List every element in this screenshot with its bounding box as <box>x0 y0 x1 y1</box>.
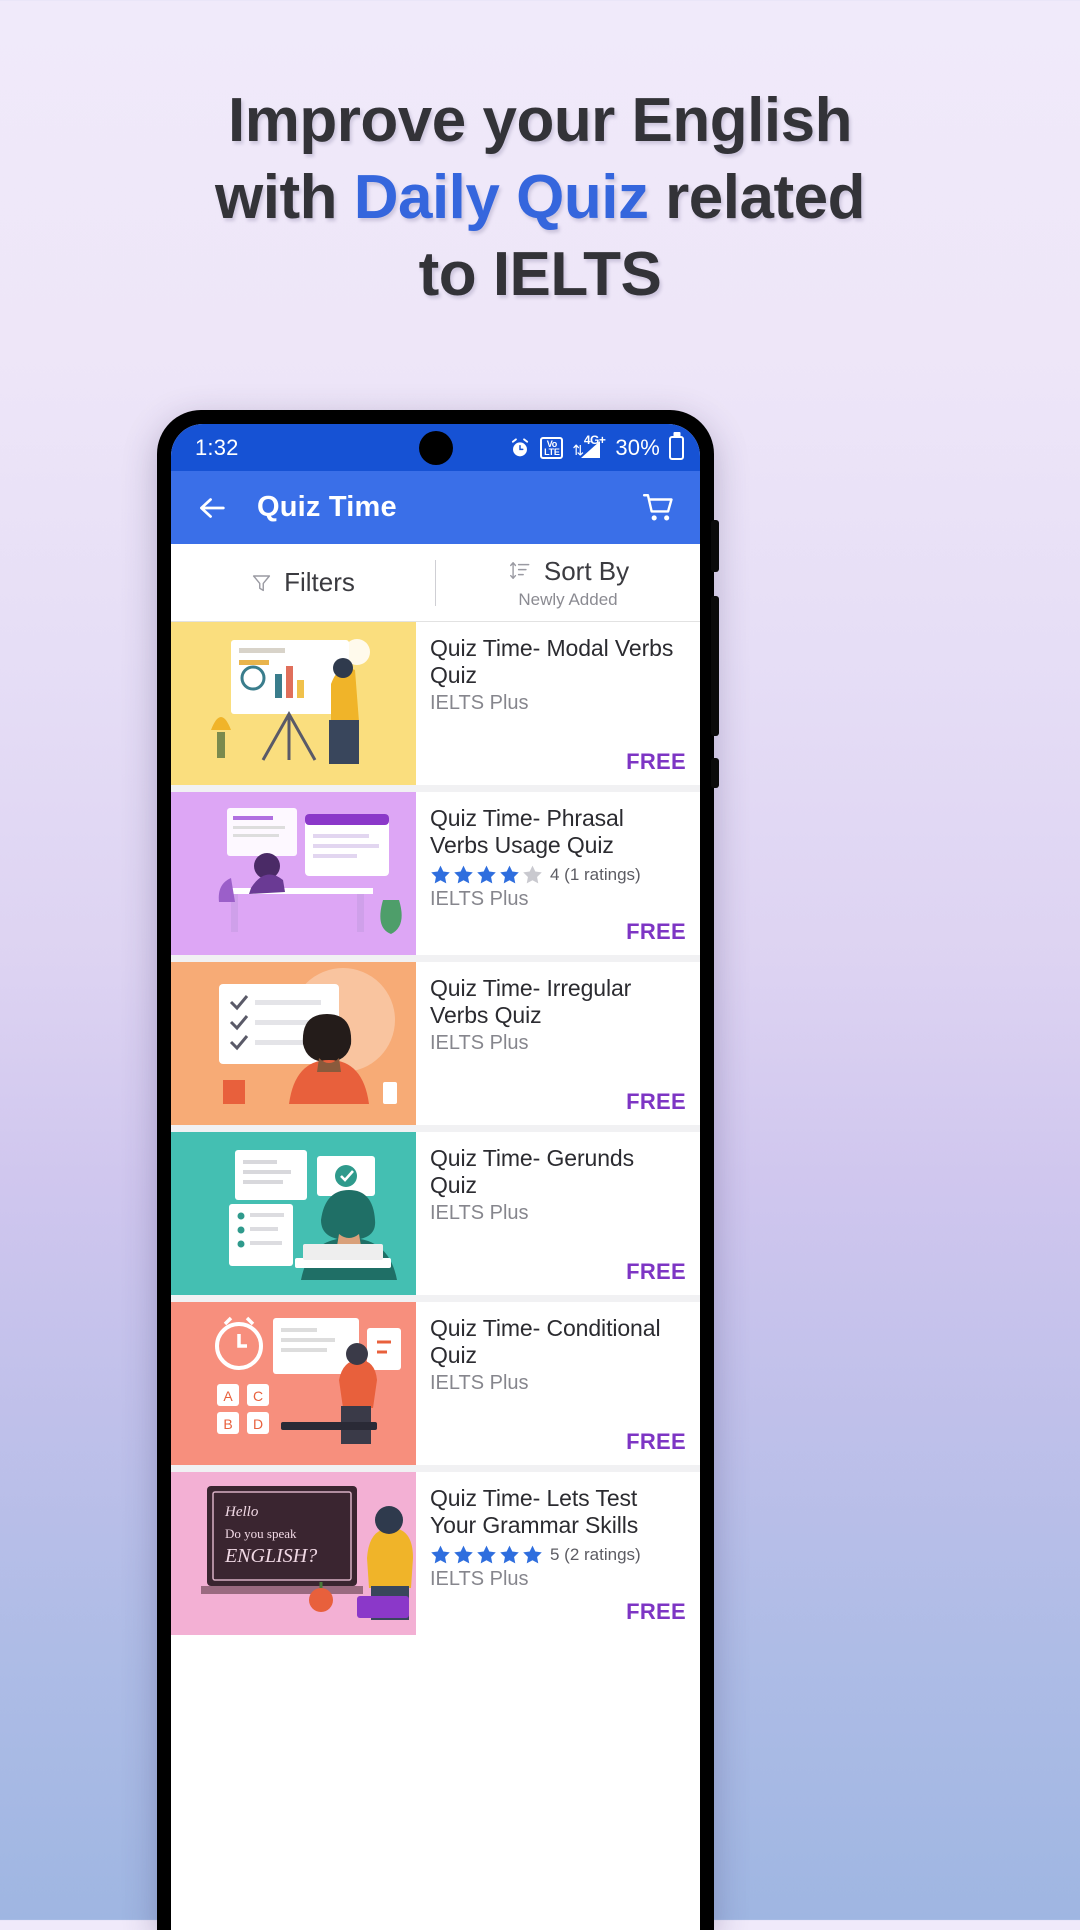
quiz-publisher: IELTS Plus <box>430 692 529 714</box>
quiz-thumbnail[interactable]: A B C D <box>171 1302 416 1465</box>
quiz-title: Quiz Time- Gerunds Quiz <box>430 1145 634 1198</box>
volte-bottom-text: LTE <box>544 446 560 457</box>
star-filled-icon <box>477 865 496 884</box>
status-icons: Vo LTE ⇅ 4G+ 30% <box>509 433 684 461</box>
filters-button-content: Filters <box>251 567 355 598</box>
promo-line2-prefix: with <box>215 163 354 232</box>
filters-button[interactable]: Filters <box>171 567 435 598</box>
signal-bars-icon <box>581 440 601 458</box>
star-rating <box>430 864 543 885</box>
quiz-card-body: Quiz Time- Gerunds Quiz IELTS Plus FREE <box>416 1132 700 1295</box>
status-time: 1:32 <box>195 434 239 460</box>
phone-side-button <box>711 520 719 572</box>
star-rating <box>430 1544 543 1565</box>
rating-row: 5 (2 ratings) <box>430 1544 686 1565</box>
shopping-cart-icon[interactable] <box>642 491 676 525</box>
quiz-card-body: Quiz Time- Irregular Verbs Quiz IELTS Pl… <box>416 962 700 1125</box>
star-filled-icon <box>477 1545 496 1564</box>
back-arrow-icon[interactable] <box>195 491 229 525</box>
quiz-title: Quiz Time- Conditional Quiz <box>430 1315 661 1368</box>
quiz-card[interactable]: Quiz Time- Phrasal Verbs Usage Quiz 4 (1… <box>171 792 700 955</box>
svg-text:C: C <box>253 1388 263 1404</box>
star-filled-icon <box>431 865 450 884</box>
quiz-thumbnail[interactable] <box>171 622 416 785</box>
quiz-card-body: Quiz Time- Lets Test Your Grammar Skills… <box>416 1472 700 1635</box>
app-bar: Quiz Time <box>171 471 700 544</box>
filter-sort-bar: Filters Sort By Newly Added <box>171 544 700 622</box>
quiz-card[interactable]: Quiz Time- Irregular Verbs Quiz IELTS Pl… <box>171 962 700 1125</box>
quiz-card[interactable]: Hello Do you speak ENGLISH? Quiz Time- L… <box>171 1472 700 1635</box>
signal-strength-icon: ⇅ 4G+ <box>572 433 606 460</box>
star-filled-icon <box>500 865 519 884</box>
camera-notch <box>418 430 453 465</box>
alarm-clock-icon <box>512 437 529 456</box>
star-filled-icon <box>431 1545 450 1564</box>
promo-line2-suffix: related <box>648 163 865 232</box>
rating-count-label: 4 (1 ratings) <box>550 864 641 884</box>
quiz-price-label: FREE <box>626 1089 686 1114</box>
svg-text:A: A <box>223 1388 233 1404</box>
quiz-publisher: IELTS Plus <box>430 1568 529 1590</box>
quiz-card[interactable]: A B C D Quiz Time- Conditional Quiz IELT… <box>171 1302 700 1465</box>
svg-text:B: B <box>223 1416 232 1432</box>
quiz-list[interactable]: Quiz Time- Modal Verbs Quiz IELTS Plus F… <box>171 622 700 1635</box>
quiz-price-label: FREE <box>626 1429 686 1454</box>
battery-icon <box>669 435 684 460</box>
quiz-price-label: FREE <box>626 1259 686 1284</box>
promo-line-3: to IELTS <box>418 240 662 309</box>
quiz-card-body: Quiz Time- Conditional Quiz IELTS Plus F… <box>416 1302 700 1465</box>
quiz-thumbnail[interactable]: Hello Do you speak ENGLISH? <box>171 1472 416 1635</box>
star-filled-icon <box>454 865 473 884</box>
quiz-card-body: Quiz Time- Phrasal Verbs Usage Quiz 4 (1… <box>416 792 700 955</box>
star-empty-icon <box>523 865 542 884</box>
phone-screen: 1:32 Vo LTE ⇅ 4G+ 30% Quiz Time Filters … <box>171 424 700 1930</box>
star-filled-icon <box>523 1545 542 1564</box>
sort-by-label: Sort By <box>543 555 630 586</box>
quiz-price-label: FREE <box>626 749 686 774</box>
quiz-publisher: IELTS Plus <box>430 1372 529 1394</box>
svg-text:Do you speak: Do you speak <box>225 1526 297 1541</box>
star-filled-icon <box>500 1545 519 1564</box>
phone-volume-button <box>711 596 719 736</box>
sort-by-button-content: Sort By <box>507 556 629 587</box>
quiz-card-body: Quiz Time- Modal Verbs Quiz IELTS Plus F… <box>416 622 700 785</box>
sort-icon <box>509 562 530 580</box>
quiz-title: Quiz Time- Phrasal Verbs Usage Quiz <box>430 805 624 858</box>
quiz-price-label: FREE <box>626 919 686 944</box>
promo-line-1: Improve your English <box>228 86 852 155</box>
funnel-icon <box>253 574 271 591</box>
quiz-publisher: IELTS Plus <box>430 888 529 910</box>
star-filled-icon <box>454 1545 473 1564</box>
promo-headline: Improve your English with Daily Quiz rel… <box>0 82 1080 313</box>
volte-icon: Vo LTE <box>540 436 564 459</box>
battery-percent-label: 30% <box>615 434 660 460</box>
svg-text:ENGLISH?: ENGLISH? <box>224 1545 317 1567</box>
filters-label: Filters <box>284 567 355 597</box>
rating-count-label: 5 (2 ratings) <box>550 1544 641 1564</box>
sort-by-button[interactable]: Sort By Newly Added <box>436 556 700 610</box>
quiz-price-label: FREE <box>626 1599 686 1624</box>
rating-row: 4 (1 ratings) <box>430 864 686 885</box>
promo-line-2: with Daily Quiz related <box>0 159 1080 236</box>
sort-by-value: Newly Added <box>518 589 618 609</box>
page-title: Quiz Time <box>257 491 397 523</box>
quiz-title: Quiz Time- Lets Test Your Grammar Skills <box>430 1485 639 1538</box>
phone-power-button <box>711 758 719 788</box>
quiz-title: Quiz Time- Irregular Verbs Quiz <box>430 975 632 1028</box>
quiz-thumbnail[interactable] <box>171 1132 416 1295</box>
phone-mockup: 1:32 Vo LTE ⇅ 4G+ 30% Quiz Time Filters … <box>157 410 719 1930</box>
promo-line2-accent: Daily Quiz <box>353 163 649 232</box>
quiz-thumbnail[interactable] <box>171 962 416 1125</box>
quiz-publisher: IELTS Plus <box>430 1202 529 1224</box>
quiz-title: Quiz Time- Modal Verbs Quiz <box>430 635 674 688</box>
quiz-card[interactable]: Quiz Time- Gerunds Quiz IELTS Plus FREE <box>171 1132 700 1295</box>
svg-text:D: D <box>253 1416 263 1432</box>
svg-text:Hello: Hello <box>224 1504 259 1520</box>
quiz-card[interactable]: Quiz Time- Modal Verbs Quiz IELTS Plus F… <box>171 622 700 785</box>
status-bar: 1:32 Vo LTE ⇅ 4G+ 30% <box>171 424 700 471</box>
quiz-publisher: IELTS Plus <box>430 1032 529 1054</box>
quiz-thumbnail[interactable] <box>171 792 416 955</box>
